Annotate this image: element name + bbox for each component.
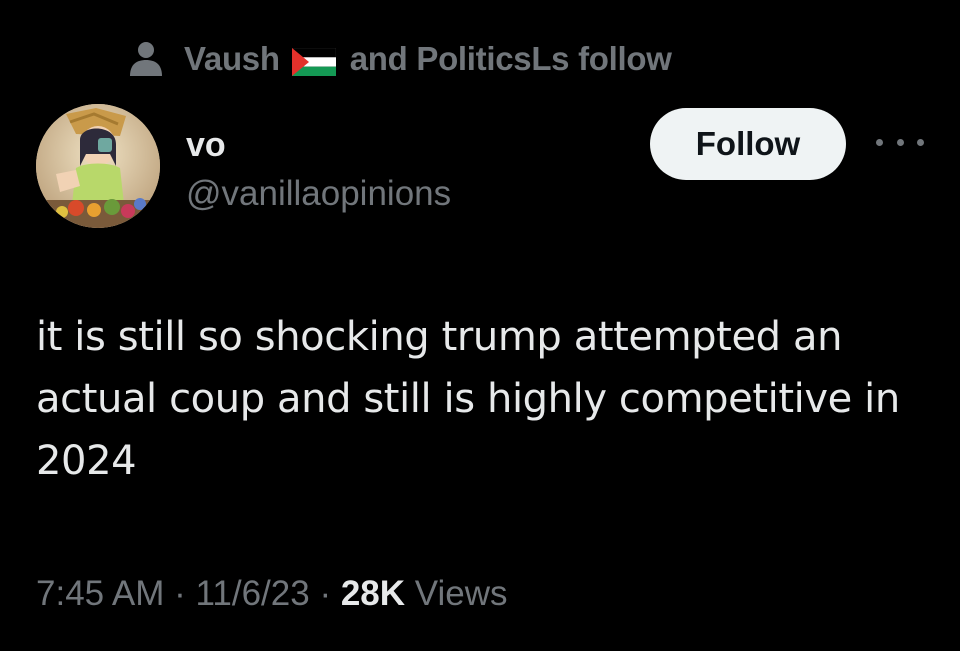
meta-separator: ·	[164, 574, 196, 613]
tweet-meta: 7:45 AM · 11/6/23 · 28K Views	[36, 574, 508, 614]
social-context: Vaush and PoliticsLs follow	[128, 36, 672, 82]
tweet-text: it is still so shocking trump attempted …	[36, 314, 900, 484]
social-context-first-name[interactable]: Vaush	[184, 40, 280, 78]
user-handle[interactable]: @vanillaopinions	[186, 174, 451, 214]
tweet-date[interactable]: 11/6/23	[196, 574, 310, 613]
meta-separator: ·	[309, 574, 341, 613]
more-options-icon[interactable]	[876, 130, 924, 154]
tweet-time[interactable]: 7:45 AM	[36, 574, 164, 613]
views-count[interactable]: 28K	[341, 574, 405, 613]
avatar[interactable]	[36, 104, 160, 228]
more-dot	[917, 138, 924, 146]
views-label: Views	[405, 574, 508, 613]
more-dot	[896, 138, 904, 146]
person-icon	[128, 40, 164, 78]
palestine-flag-icon	[291, 46, 336, 76]
display-name[interactable]: vo	[186, 126, 226, 165]
tweet-header: vo @vanillaopinions Follow	[36, 100, 924, 230]
follow-button[interactable]: Follow	[650, 108, 846, 180]
social-context-rest: and PoliticsLs follow	[349, 40, 672, 77]
more-dot	[876, 138, 883, 146]
